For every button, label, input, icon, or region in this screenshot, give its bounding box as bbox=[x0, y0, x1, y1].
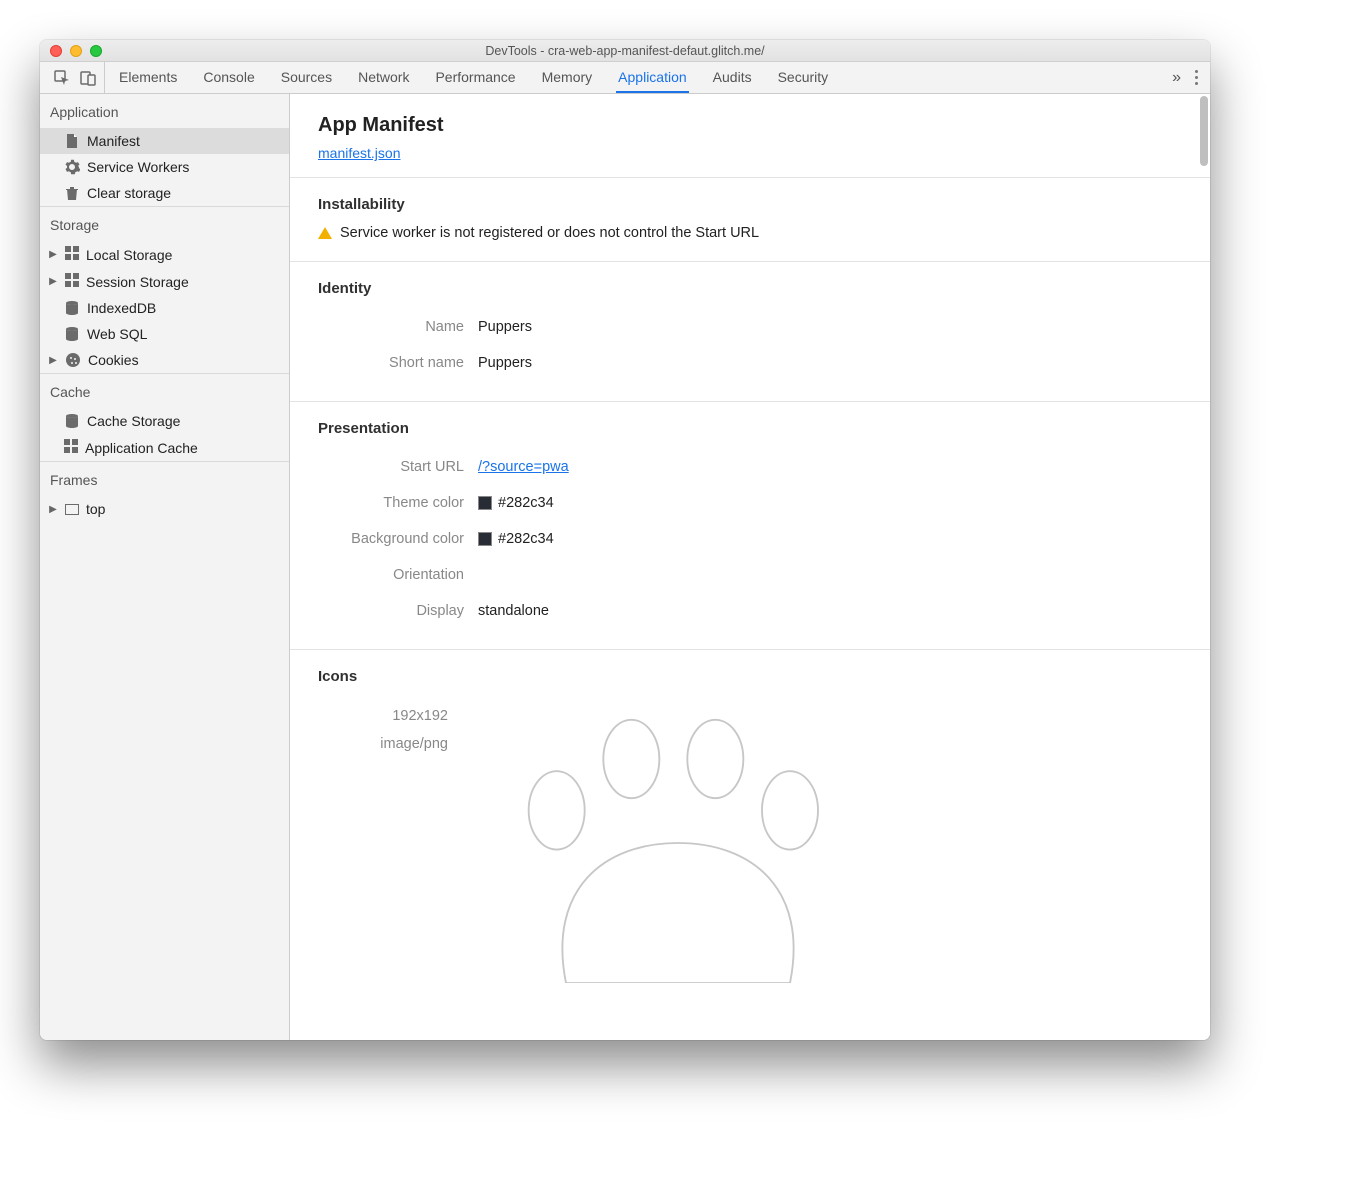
sidebar-item-label: Cache Storage bbox=[87, 413, 180, 429]
sidebar-item-label: Service Workers bbox=[87, 159, 189, 175]
sidebar-group-cache: Cache Cache Storage Application Cache bbox=[40, 373, 289, 461]
name-value: Puppers bbox=[478, 319, 532, 335]
sidebar-item-label: Cookies bbox=[88, 352, 139, 368]
section-heading: Presentation bbox=[318, 420, 1182, 437]
chevron-right-icon[interactable]: ▶ bbox=[48, 355, 58, 366]
tab-performance[interactable]: Performance bbox=[433, 62, 517, 93]
sidebar-item-cache-storage[interactable]: Cache Storage bbox=[40, 408, 289, 434]
sidebar-item-indexeddb[interactable]: IndexedDB bbox=[40, 295, 289, 321]
database-icon bbox=[64, 413, 80, 429]
sidebar-item-websql[interactable]: Web SQL bbox=[40, 321, 289, 347]
start-url-label: Start URL bbox=[318, 459, 478, 475]
grid-icon bbox=[64, 439, 78, 456]
devtools-tabbar: Elements Console Sources Network Perform… bbox=[40, 62, 1210, 94]
tab-memory[interactable]: Memory bbox=[540, 62, 595, 93]
theme-color-label: Theme color bbox=[318, 495, 478, 511]
name-label: Name bbox=[318, 319, 478, 335]
frame-icon bbox=[65, 504, 79, 515]
icon-preview-paw bbox=[478, 703, 878, 983]
database-icon bbox=[64, 300, 80, 316]
sidebar-item-clear-storage[interactable]: Clear storage bbox=[40, 180, 289, 206]
trash-icon bbox=[64, 185, 80, 201]
bg-color-swatch bbox=[478, 532, 492, 546]
tab-audits[interactable]: Audits bbox=[711, 62, 754, 93]
chevron-right-icon[interactable]: ▶ bbox=[48, 504, 58, 515]
display-label: Display bbox=[318, 603, 478, 619]
section-heading: Installability bbox=[318, 196, 1182, 213]
kebab-menu-icon[interactable] bbox=[1195, 70, 1198, 85]
sidebar-title-storage: Storage bbox=[40, 207, 289, 241]
tab-sources[interactable]: Sources bbox=[279, 62, 334, 93]
database-icon bbox=[64, 326, 80, 342]
bg-color-value: #282c34 bbox=[498, 531, 554, 547]
icon-mime: image/png bbox=[318, 731, 448, 759]
section-heading: Identity bbox=[318, 280, 1182, 297]
sidebar-group-application: Application Manifest Service Workers Cle… bbox=[40, 94, 289, 206]
tab-console[interactable]: Console bbox=[201, 62, 256, 93]
sidebar-title-cache: Cache bbox=[40, 374, 289, 408]
sidebar-item-session-storage[interactable]: ▶ Session Storage bbox=[40, 268, 289, 295]
sidebar-item-manifest[interactable]: Manifest bbox=[40, 128, 289, 154]
installability-warning: Service worker is not registered or does… bbox=[318, 225, 1182, 241]
orientation-label: Orientation bbox=[318, 567, 478, 583]
short-name-label: Short name bbox=[318, 355, 478, 371]
sidebar-item-label: Application Cache bbox=[85, 440, 198, 456]
icon-meta: 192x192 image/png bbox=[318, 703, 448, 983]
sidebar-item-local-storage[interactable]: ▶ Local Storage bbox=[40, 241, 289, 268]
display-value: standalone bbox=[478, 603, 549, 619]
titlebar: DevTools - cra-web-app-manifest-defaut.g… bbox=[40, 40, 1210, 62]
tabs: Elements Console Sources Network Perform… bbox=[117, 62, 830, 93]
theme-color-swatch bbox=[478, 496, 492, 510]
application-sidebar: Application Manifest Service Workers Cle… bbox=[40, 94, 290, 1040]
sidebar-item-label: Web SQL bbox=[87, 326, 147, 342]
tab-security[interactable]: Security bbox=[776, 62, 831, 93]
devtools-window: DevTools - cra-web-app-manifest-defaut.g… bbox=[40, 40, 1210, 1040]
sidebar-item-label: Clear storage bbox=[87, 185, 171, 201]
sidebar-title-application: Application bbox=[40, 94, 289, 128]
theme-color-value: #282c34 bbox=[498, 495, 554, 511]
warning-text: Service worker is not registered or does… bbox=[340, 225, 759, 241]
chevron-right-icon[interactable]: ▶ bbox=[48, 276, 58, 287]
installability-section: Installability Service worker is not reg… bbox=[290, 177, 1210, 261]
toggle-device-toolbar-icon[interactable] bbox=[80, 70, 96, 86]
gear-icon bbox=[64, 159, 80, 175]
warning-icon bbox=[318, 227, 332, 239]
file-icon bbox=[64, 133, 80, 149]
window-title: DevTools - cra-web-app-manifest-defaut.g… bbox=[40, 44, 1210, 58]
sidebar-item-label: top bbox=[86, 501, 105, 517]
bg-color-label: Background color bbox=[318, 531, 478, 547]
main-split: Application Manifest Service Workers Cle… bbox=[40, 94, 1210, 1040]
icons-section: Icons 192x192 image/png bbox=[290, 649, 1210, 1003]
sidebar-item-label: Local Storage bbox=[86, 247, 172, 263]
sidebar-item-label: IndexedDB bbox=[87, 300, 156, 316]
short-name-value: Puppers bbox=[478, 355, 532, 371]
presentation-section: Presentation Start URL /?source=pwa Them… bbox=[290, 401, 1210, 649]
scrollbar-thumb[interactable] bbox=[1200, 96, 1208, 166]
sidebar-item-top-frame[interactable]: ▶ top bbox=[40, 496, 289, 522]
cookie-icon bbox=[65, 352, 81, 368]
manifest-json-link[interactable]: manifest.json bbox=[318, 145, 400, 161]
sidebar-item-label: Manifest bbox=[87, 133, 140, 149]
section-heading: Icons bbox=[318, 668, 1182, 685]
identity-section: Identity Name Puppers Short name Puppers bbox=[290, 261, 1210, 401]
start-url-link[interactable]: /?source=pwa bbox=[478, 459, 569, 475]
chevron-right-icon[interactable]: ▶ bbox=[48, 249, 58, 260]
inspect-element-icon[interactable] bbox=[54, 70, 70, 86]
sidebar-item-cookies[interactable]: ▶ Cookies bbox=[40, 347, 289, 373]
grid-icon bbox=[65, 273, 79, 290]
icon-size: 192x192 bbox=[318, 703, 448, 731]
grid-icon bbox=[65, 246, 79, 263]
manifest-panel: App Manifest manifest.json Installabilit… bbox=[290, 94, 1210, 1040]
sidebar-group-storage: Storage ▶ Local Storage ▶ Session Storag… bbox=[40, 206, 289, 373]
tab-network[interactable]: Network bbox=[356, 62, 411, 93]
sidebar-item-application-cache[interactable]: Application Cache bbox=[40, 434, 289, 461]
page-title: App Manifest bbox=[290, 94, 1210, 145]
sidebar-item-label: Session Storage bbox=[86, 274, 189, 290]
tab-elements[interactable]: Elements bbox=[117, 62, 179, 93]
more-tabs-icon[interactable] bbox=[1172, 69, 1181, 87]
tab-application[interactable]: Application bbox=[616, 62, 689, 93]
sidebar-group-frames: Frames ▶ top bbox=[40, 461, 289, 522]
sidebar-item-service-workers[interactable]: Service Workers bbox=[40, 154, 289, 180]
sidebar-title-frames: Frames bbox=[40, 462, 289, 496]
